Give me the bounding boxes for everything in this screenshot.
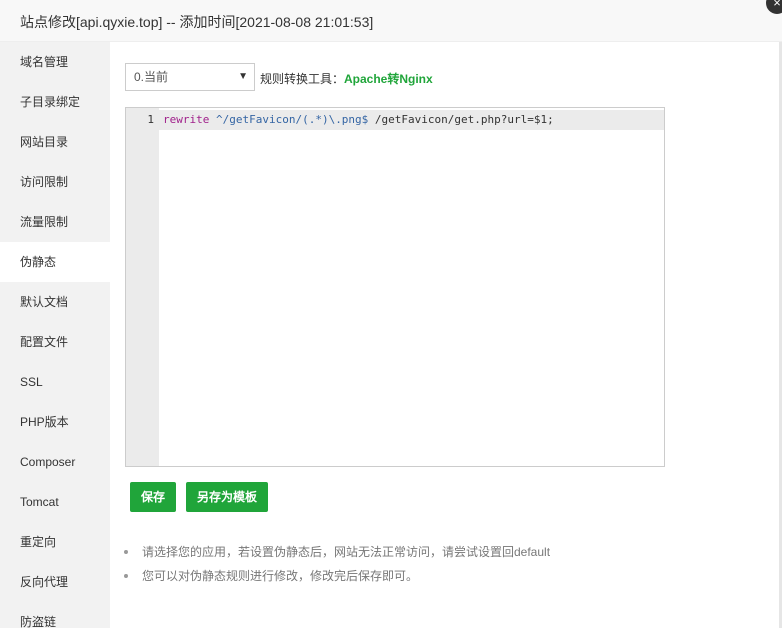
code-pattern: ^/getFavicon/(.*)\.png$ — [209, 113, 369, 126]
sidebar-item-rewrite[interactable]: 伪静态 — [0, 242, 110, 282]
tips-list: 请选择您的应用，若设置伪静态后，网站无法正常访问，请尝试设置回default 您… — [124, 540, 550, 588]
sidebar-item-subdir[interactable]: 子目录绑定 — [0, 82, 110, 122]
code-keyword: rewrite — [163, 113, 210, 126]
sidebar-item-site-dir[interactable]: 网站目录 — [0, 122, 110, 162]
sidebar-item-traffic-limit[interactable]: 流量限制 — [0, 202, 110, 242]
sidebar-item-hotlink[interactable]: 防盗链 — [0, 602, 110, 642]
sidebar-item-redirect[interactable]: 重定向 — [0, 522, 110, 562]
tip-item: 请选择您的应用，若设置伪静态后，网站无法正常访问，请尝试设置回default — [124, 540, 550, 564]
sidebar-item-config[interactable]: 配置文件 — [0, 322, 110, 362]
code-editor[interactable]: 1 rewrite ^/getFavicon/(.*)\.png$ /getFa… — [125, 107, 665, 467]
save-as-template-button[interactable]: 另存为模板 — [186, 482, 268, 512]
sidebar-item-default-doc[interactable]: 默认文档 — [0, 282, 110, 322]
code-line[interactable]: rewrite ^/getFavicon/(.*)\.png$ /getFavi… — [163, 110, 554, 130]
caret-down-icon: ▼ — [238, 71, 248, 82]
window-titlebar: 站点修改[api.qyxie.top] -- 添加时间[2021-08-08 2… — [0, 0, 782, 42]
rewrite-template-select[interactable]: 0.当前 ▼ — [125, 63, 255, 91]
select-value: 0.当前 — [134, 70, 169, 84]
tip-item: 您可以对伪静态规则进行修改，修改完后保存即可。 — [124, 564, 550, 588]
sidebar-item-php-version[interactable]: PHP版本 — [0, 402, 110, 442]
sidebar-item-ssl[interactable]: SSL — [0, 362, 110, 402]
apache-to-nginx-link[interactable]: Apache转Nginx — [344, 70, 433, 87]
line-number: 1 — [147, 113, 154, 126]
sidebar-item-access-limit[interactable]: 访问限制 — [0, 162, 110, 202]
window-title: 站点修改[api.qyxie.top] -- 添加时间[2021-08-08 2… — [20, 14, 374, 30]
save-button[interactable]: 保存 — [130, 482, 176, 512]
tool-label: 规则转换工具： — [260, 72, 345, 86]
editor-gutter — [126, 108, 159, 466]
sidebar-item-domain[interactable]: 域名管理 — [0, 42, 110, 82]
code-target: /getFavicon/get.php?url=$1; — [368, 113, 554, 126]
sidebar-item-tomcat[interactable]: Tomcat — [0, 482, 110, 522]
sidebar-item-reverse-proxy[interactable]: 反向代理 — [0, 562, 110, 602]
sidebar-item-composer[interactable]: Composer — [0, 442, 110, 482]
sidebar: 域名管理 子目录绑定 网站目录 访问限制 流量限制 伪静态 默认文档 配置文件 … — [0, 42, 110, 629]
